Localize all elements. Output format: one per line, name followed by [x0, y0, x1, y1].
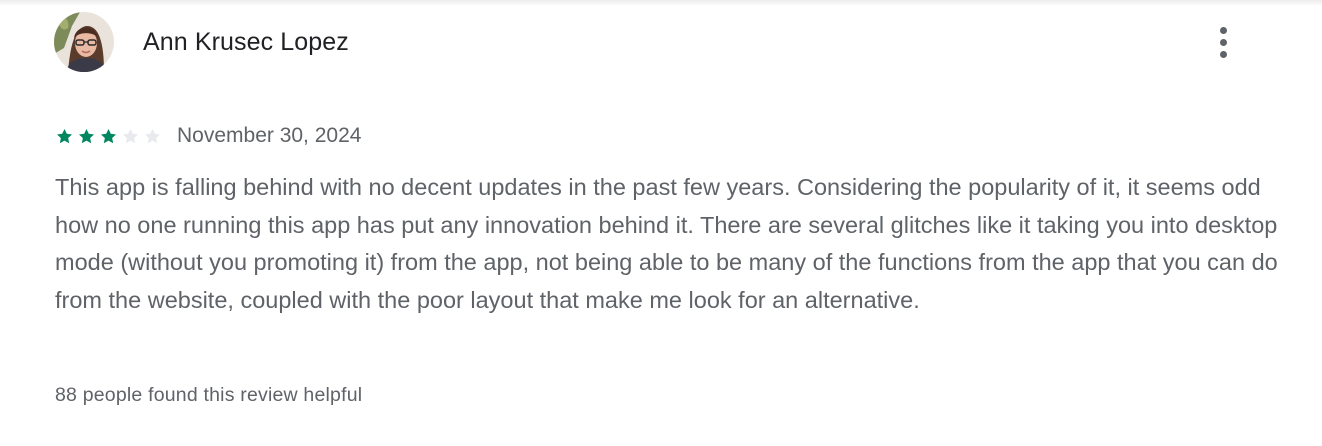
avatar-image [54, 12, 114, 72]
star-rating [55, 127, 162, 146]
star-empty-icon [144, 128, 161, 143]
review-header: Ann Krusec Lopez [54, 12, 1254, 72]
helpful-count: 88 people found this review helpful [55, 384, 363, 406]
review-date: November 30, 2024 [177, 124, 362, 147]
author-name: Ann Krusec Lopez [143, 27, 349, 56]
avatar[interactable] [54, 12, 114, 72]
more-vert-icon-dot [1219, 50, 1227, 58]
star-filled-icon [100, 128, 117, 143]
review-card: Ann Krusec Lopez November 30, 2024 This … [0, 0, 1322, 446]
more-options-button[interactable] [1206, 22, 1240, 62]
review-text: This app is falling behind with no decen… [55, 174, 1278, 313]
star-filled-icon [56, 128, 73, 143]
more-vert-icon-dot [1219, 26, 1227, 34]
star-filled-icon [78, 128, 95, 143]
more-vert-icon-dot [1219, 38, 1227, 46]
rating-row: November 30, 2024 [55, 122, 361, 150]
star-empty-icon [122, 128, 139, 143]
